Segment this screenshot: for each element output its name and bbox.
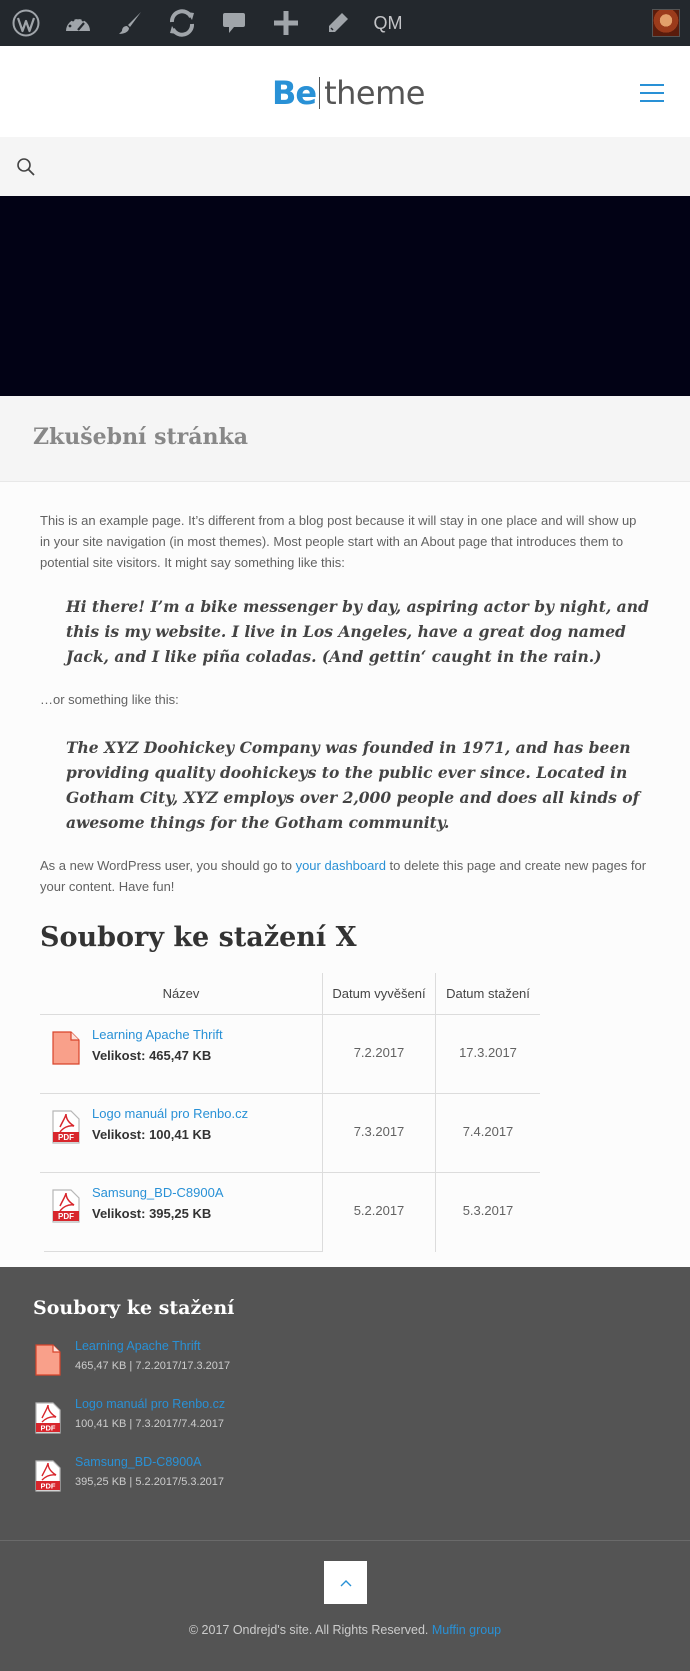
updates-icon[interactable]	[164, 0, 200, 46]
menu-toggle-icon[interactable]	[640, 84, 664, 102]
table-divider	[40, 1172, 540, 1173]
copyright: © 2017 Ondrejd's site. All Rights Reserv…	[0, 1623, 690, 1637]
query-monitor-item[interactable]: QM	[370, 0, 406, 46]
table-divider	[40, 1093, 540, 1094]
intro-paragraph: This is an example page. It’s different …	[40, 513, 637, 570]
date-expires: 17.3.2017	[459, 1045, 517, 1060]
widget-file-link[interactable]: Samsung_BD-C8900A	[75, 1455, 201, 1469]
new-icon[interactable]	[270, 0, 302, 46]
logo-theme: theme	[324, 74, 425, 112]
widget-file-meta: 100,41 KB | 7.3.2017/7.4.2017	[75, 1418, 225, 1430]
widget-file-meta: 465,47 KB | 7.2.2017/17.3.2017	[75, 1360, 231, 1372]
widget-file-link[interactable]: Logo manuál pro Renbo.cz	[75, 1397, 225, 1411]
outro-paragraph: As a new WordPress user, you should go t…	[40, 855, 650, 897]
site-footer: © 2017 Ondrejd's site. All Rights Reserv…	[0, 1540, 690, 1671]
wordpress-icon[interactable]	[10, 0, 42, 46]
search-icon[interactable]	[16, 157, 36, 177]
file-icon	[35, 1344, 61, 1376]
pdf-label: PDF	[58, 1133, 74, 1142]
date-posted: 7.3.2017	[353, 1124, 405, 1139]
logo-be: Be	[272, 74, 317, 112]
list-item: PDF Samsung_BD-C8900A 395,25 KB | 5.2.20…	[35, 1455, 635, 1495]
table-divider	[40, 1014, 540, 1015]
comments-icon[interactable]	[219, 0, 249, 46]
file-size: Velikost: 465,47 KB	[92, 1048, 212, 1063]
edit-icon[interactable]	[322, 0, 354, 46]
widget-area: Soubory ke stažení Learning Apache Thrif…	[0, 1267, 690, 1540]
date-posted: 5.2.2017	[353, 1203, 405, 1218]
file-size: Velikost: 395,25 KB	[92, 1206, 212, 1221]
column-header-expires: Datum stažení	[446, 986, 530, 1001]
page-content: This is an example page. It’s different …	[40, 510, 650, 897]
outro-text-1: As a new WordPress user, you should go t…	[40, 858, 296, 873]
widget-file-meta: 395,25 KB | 5.2.2017/5.3.2017	[75, 1476, 225, 1488]
credit-link[interactable]: Muffin group	[432, 1623, 501, 1637]
pdf-label: PDF	[41, 1482, 56, 1491]
table-divider	[44, 1251, 322, 1252]
search-bar	[0, 137, 690, 196]
site-logo[interactable]: Be theme	[272, 73, 425, 113]
quote-2: The XYZ Doohickey Company was founded in…	[66, 738, 640, 832]
page-title: Zkušební stránka	[33, 424, 248, 450]
date-expires: 5.3.2017	[462, 1203, 514, 1218]
subheader: Zkušební stránka	[0, 396, 690, 482]
pdf-icon: PDF	[35, 1402, 61, 1434]
list-item: PDF Logo manuál pro Renbo.cz 100,41 KB |…	[35, 1397, 635, 1437]
downloads-heading: Soubory ke stažení X	[40, 922, 357, 953]
pdf-icon: PDF	[52, 1110, 80, 1144]
chevron-up-icon	[340, 1579, 351, 1586]
pdf-icon: PDF	[35, 1460, 61, 1492]
pdf-label: PDF	[58, 1212, 74, 1221]
widget-file-link[interactable]: Learning Apache Thrift	[75, 1339, 201, 1353]
copyright-text: © 2017 Ondrejd's site. All Rights Reserv…	[188, 1623, 432, 1637]
date-posted: 7.2.2017	[353, 1045, 405, 1060]
column-header-name: Název	[162, 986, 200, 1001]
column-header-posted: Datum vyvěšení	[332, 986, 426, 1001]
site-header: Be theme	[0, 46, 690, 137]
avatar[interactable]	[652, 9, 680, 37]
quote-1: Hi there! I’m a bike messenger by day, a…	[66, 597, 649, 666]
logo-divider	[319, 77, 321, 109]
file-link[interactable]: Logo manuál pro Renbo.cz	[92, 1106, 248, 1121]
pdf-icon: PDF	[52, 1189, 80, 1223]
date-expires: 7.4.2017	[462, 1124, 514, 1139]
customize-icon[interactable]	[114, 0, 146, 46]
widget-heading: Soubory ke stažení	[33, 1297, 235, 1319]
pdf-label: PDF	[41, 1424, 56, 1433]
file-size: Velikost: 100,41 KB	[92, 1127, 212, 1142]
dashboard-icon[interactable]	[62, 0, 94, 46]
dashboard-link[interactable]: your dashboard	[296, 858, 386, 873]
admin-bar: QM	[0, 0, 690, 46]
list-item: Learning Apache Thrift 465,47 KB | 7.2.2…	[35, 1339, 635, 1379]
or-paragraph: …or something like this:	[40, 692, 179, 707]
file-icon	[52, 1031, 80, 1065]
file-link[interactable]: Samsung_BD-C8900A	[92, 1185, 224, 1200]
back-to-top-button[interactable]	[324, 1561, 367, 1604]
file-link[interactable]: Learning Apache Thrift	[92, 1027, 223, 1042]
hero-banner	[0, 196, 690, 396]
